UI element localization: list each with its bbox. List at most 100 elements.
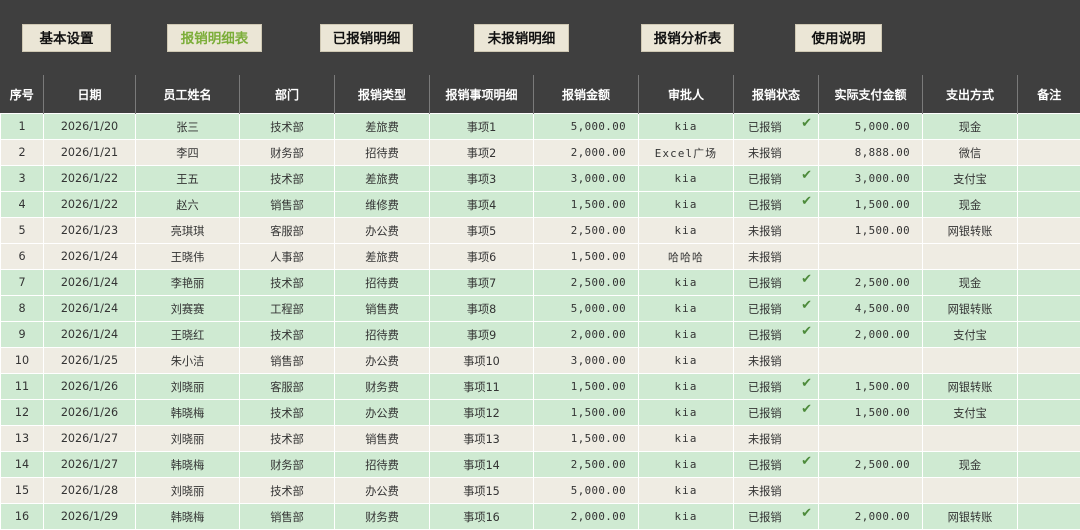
cell-notes[interactable]	[1018, 400, 1080, 426]
table-row[interactable]: 142026/1/27韩晓梅财务部招待费事项142,500.00kia已报销✔2…	[1, 452, 1080, 478]
cell-department[interactable]: 客服部	[240, 218, 335, 244]
cell-type[interactable]: 招待费	[335, 452, 430, 478]
cell-payment-method[interactable]: 现金	[923, 270, 1018, 296]
cell-paid-amount[interactable]	[819, 244, 923, 270]
cell-status[interactable]: 已报销✔	[734, 114, 819, 140]
cell-employee[interactable]: 李四	[136, 140, 240, 166]
cell-payment-method[interactable]: 现金	[923, 452, 1018, 478]
cell-status[interactable]: 未报销	[734, 426, 819, 452]
cell-amount[interactable]: 5,000.00	[534, 478, 639, 504]
nav-button-instructions[interactable]: 使用说明	[795, 24, 882, 52]
cell-department[interactable]: 工程部	[240, 296, 335, 322]
cell-date[interactable]: 2026/1/22	[44, 166, 136, 192]
cell-notes[interactable]	[1018, 296, 1080, 322]
cell-amount[interactable]: 1,500.00	[534, 374, 639, 400]
cell-notes[interactable]	[1018, 244, 1080, 270]
cell-index[interactable]: 12	[1, 400, 44, 426]
cell-date[interactable]: 2026/1/21	[44, 140, 136, 166]
cell-index[interactable]: 4	[1, 192, 44, 218]
cell-approver[interactable]: Excel广场	[639, 140, 734, 166]
cell-item[interactable]: 事项9	[430, 322, 534, 348]
column-header-amount[interactable]: 报销金额	[534, 75, 639, 114]
cell-status[interactable]: 已报销✔	[734, 270, 819, 296]
cell-employee[interactable]: 王晓红	[136, 322, 240, 348]
cell-paid-amount[interactable]: 2,000.00	[819, 322, 923, 348]
cell-date[interactable]: 2026/1/28	[44, 478, 136, 504]
cell-approver[interactable]: kia	[639, 426, 734, 452]
cell-approver[interactable]: kia	[639, 270, 734, 296]
nav-button-paid-details[interactable]: 已报销明细	[320, 24, 413, 52]
column-header-type[interactable]: 报销类型	[335, 75, 430, 114]
cell-amount[interactable]: 2,500.00	[534, 452, 639, 478]
cell-index[interactable]: 8	[1, 296, 44, 322]
cell-approver[interactable]: kia	[639, 322, 734, 348]
cell-payment-method[interactable]	[923, 244, 1018, 270]
cell-date[interactable]: 2026/1/26	[44, 400, 136, 426]
cell-approver[interactable]: kia	[639, 192, 734, 218]
nav-button-expense-analysis[interactable]: 报销分析表	[641, 24, 734, 52]
cell-status[interactable]: 已报销✔	[734, 296, 819, 322]
table-row[interactable]: 122026/1/26韩晓梅技术部办公费事项121,500.00kia已报销✔1…	[1, 400, 1080, 426]
cell-notes[interactable]	[1018, 478, 1080, 504]
cell-type[interactable]: 招待费	[335, 322, 430, 348]
cell-type[interactable]: 办公费	[335, 348, 430, 374]
cell-department[interactable]: 技术部	[240, 322, 335, 348]
cell-item[interactable]: 事项12	[430, 400, 534, 426]
cell-amount[interactable]: 3,000.00	[534, 348, 639, 374]
cell-item[interactable]: 事项10	[430, 348, 534, 374]
cell-notes[interactable]	[1018, 452, 1080, 478]
cell-type[interactable]: 销售费	[335, 426, 430, 452]
cell-employee[interactable]: 王五	[136, 166, 240, 192]
cell-department[interactable]: 财务部	[240, 452, 335, 478]
cell-department[interactable]: 技术部	[240, 114, 335, 140]
column-header-status[interactable]: 报销状态	[734, 75, 819, 114]
column-header-item[interactable]: 报销事项明细	[430, 75, 534, 114]
cell-date[interactable]: 2026/1/20	[44, 114, 136, 140]
cell-type[interactable]: 招待费	[335, 270, 430, 296]
cell-employee[interactable]: 韩晓梅	[136, 400, 240, 426]
cell-date[interactable]: 2026/1/24	[44, 244, 136, 270]
cell-employee[interactable]: 王晓伟	[136, 244, 240, 270]
cell-type[interactable]: 财务费	[335, 374, 430, 400]
cell-type[interactable]: 差旅费	[335, 114, 430, 140]
cell-notes[interactable]	[1018, 322, 1080, 348]
cell-approver[interactable]: kia	[639, 348, 734, 374]
column-header-approver[interactable]: 审批人	[639, 75, 734, 114]
column-header-department[interactable]: 部门	[240, 75, 335, 114]
cell-payment-method[interactable]: 微信	[923, 140, 1018, 166]
cell-department[interactable]: 技术部	[240, 426, 335, 452]
cell-approver[interactable]: kia	[639, 218, 734, 244]
cell-type[interactable]: 办公费	[335, 478, 430, 504]
cell-employee[interactable]: 刘晓丽	[136, 426, 240, 452]
cell-payment-method[interactable]: 支付宝	[923, 166, 1018, 192]
cell-department[interactable]: 客服部	[240, 374, 335, 400]
column-header-paid-amount[interactable]: 实际支付金额	[819, 75, 923, 114]
cell-paid-amount[interactable]: 3,000.00	[819, 166, 923, 192]
cell-employee[interactable]: 朱小洁	[136, 348, 240, 374]
cell-date[interactable]: 2026/1/24	[44, 322, 136, 348]
cell-paid-amount[interactable]: 5,000.00	[819, 114, 923, 140]
cell-status[interactable]: 未报销	[734, 140, 819, 166]
cell-notes[interactable]	[1018, 426, 1080, 452]
cell-date[interactable]: 2026/1/24	[44, 296, 136, 322]
cell-index[interactable]: 5	[1, 218, 44, 244]
cell-status[interactable]: 已报销✔	[734, 400, 819, 426]
nav-button-unpaid-details[interactable]: 未报销明细	[474, 24, 569, 52]
cell-date[interactable]: 2026/1/27	[44, 426, 136, 452]
cell-employee[interactable]: 赵六	[136, 192, 240, 218]
cell-type[interactable]: 差旅费	[335, 244, 430, 270]
cell-amount[interactable]: 2,500.00	[534, 218, 639, 244]
cell-paid-amount[interactable]: 4,500.00	[819, 296, 923, 322]
cell-type[interactable]: 维修费	[335, 192, 430, 218]
cell-index[interactable]: 13	[1, 426, 44, 452]
cell-employee[interactable]: 韩晓梅	[136, 452, 240, 478]
cell-amount[interactable]: 3,000.00	[534, 166, 639, 192]
cell-department[interactable]: 人事部	[240, 244, 335, 270]
cell-payment-method[interactable]	[923, 478, 1018, 504]
cell-notes[interactable]	[1018, 192, 1080, 218]
table-row[interactable]: 92026/1/24王晓红技术部招待费事项92,000.00kia已报销✔2,0…	[1, 322, 1080, 348]
table-row[interactable]: 132026/1/27刘晓丽技术部销售费事项131,500.00kia未报销	[1, 426, 1080, 452]
cell-index[interactable]: 3	[1, 166, 44, 192]
cell-type[interactable]: 销售费	[335, 296, 430, 322]
cell-payment-method[interactable]: 网银转账	[923, 296, 1018, 322]
